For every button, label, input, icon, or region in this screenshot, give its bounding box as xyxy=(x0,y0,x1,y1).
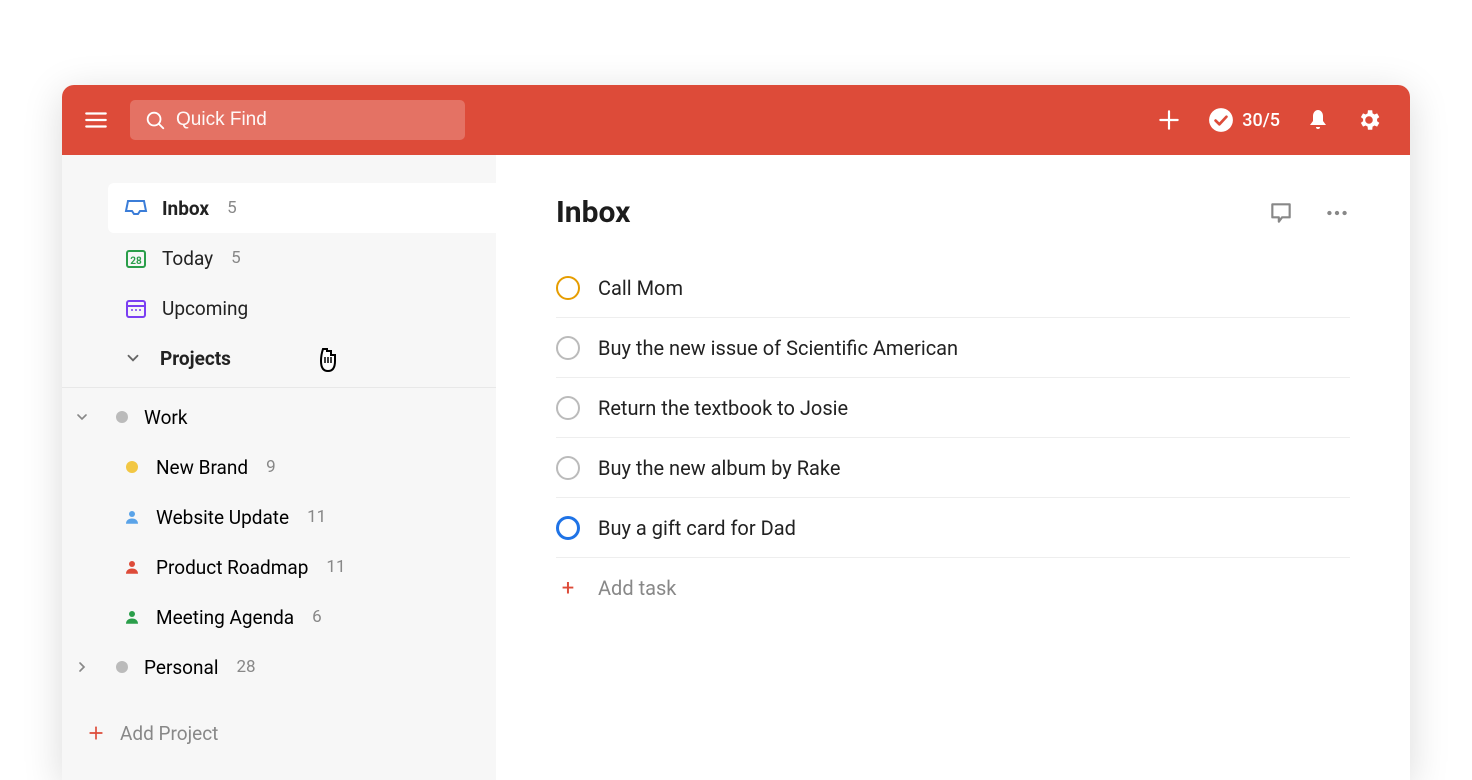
chevron-right-icon xyxy=(62,659,102,675)
top-bar: 30/5 xyxy=(62,85,1410,155)
person-icon xyxy=(122,558,142,576)
add-project-label: Add Project xyxy=(120,722,218,745)
comments-icon[interactable] xyxy=(1268,200,1294,226)
subproject-item[interactable]: Meeting Agenda 6 xyxy=(62,592,496,642)
project-item-personal[interactable]: Personal 28 xyxy=(62,642,496,692)
projects-label: Projects xyxy=(160,347,231,370)
task-item[interactable]: Call Mom xyxy=(556,258,1350,318)
chevron-down-icon xyxy=(124,349,142,367)
task-checkbox[interactable] xyxy=(556,456,580,480)
sidebar-label: Today xyxy=(162,247,213,270)
project-count: 11 xyxy=(307,507,326,527)
task-item[interactable]: Return the textbook to Josie xyxy=(556,378,1350,438)
task-item[interactable]: Buy the new issue of Scientific American xyxy=(556,318,1350,378)
project-dot-icon xyxy=(122,461,142,473)
karma-count: 30/5 xyxy=(1242,110,1280,131)
project-count: 9 xyxy=(266,457,276,477)
chevron-down-icon xyxy=(62,409,102,425)
project-count: 28 xyxy=(236,657,255,677)
calendar-today-icon: 28 xyxy=(124,246,148,270)
project-label: Product Roadmap xyxy=(156,556,308,579)
task-checkbox[interactable] xyxy=(556,276,580,300)
search-icon xyxy=(144,109,166,131)
sidebar-count: 5 xyxy=(227,198,237,218)
plus-icon xyxy=(86,723,106,743)
calendar-upcoming-icon xyxy=(124,296,148,320)
topbar-actions: 30/5 xyxy=(1156,107,1382,133)
main-content: Inbox Call Mom Buy the new issue of Scie… xyxy=(496,155,1410,780)
project-dot-icon xyxy=(116,661,128,673)
task-item[interactable]: Buy a gift card for Dad xyxy=(556,498,1350,558)
add-project-button[interactable]: Add Project xyxy=(62,708,496,758)
search-box[interactable] xyxy=(130,100,465,140)
sidebar-count: 5 xyxy=(231,248,241,268)
sidebar-item-upcoming[interactable]: Upcoming xyxy=(102,283,496,333)
project-label: Website Update xyxy=(156,506,289,529)
more-icon[interactable] xyxy=(1324,200,1350,226)
add-icon[interactable] xyxy=(1156,107,1182,133)
add-task-button[interactable]: + Add task xyxy=(556,558,1350,618)
project-count: 6 xyxy=(312,607,322,627)
plus-icon: + xyxy=(556,576,580,601)
person-icon xyxy=(122,608,142,626)
sidebar-item-today[interactable]: 28 Today 5 xyxy=(102,233,496,283)
subproject-item[interactable]: New Brand 9 xyxy=(62,442,496,492)
sidebar: Inbox 5 28 Today 5 U xyxy=(62,155,496,780)
app-window: 30/5 Inbox 5 xyxy=(62,85,1410,780)
add-task-label: Add task xyxy=(598,576,676,600)
task-title: Buy the new issue of Scientific American xyxy=(598,336,958,360)
project-item-work[interactable]: Work xyxy=(62,392,496,442)
karma-indicator[interactable]: 30/5 xyxy=(1208,107,1280,133)
project-dot-icon xyxy=(116,411,128,423)
project-label: New Brand xyxy=(156,456,248,479)
person-icon xyxy=(122,508,142,526)
notifications-icon[interactable] xyxy=(1306,108,1330,132)
subproject-item[interactable]: Website Update 11 xyxy=(62,492,496,542)
task-title: Buy the new album by Rake xyxy=(598,456,840,480)
task-title: Call Mom xyxy=(598,276,683,300)
settings-icon[interactable] xyxy=(1356,107,1382,133)
projects-header[interactable]: Projects xyxy=(102,333,496,383)
svg-text:28: 28 xyxy=(130,256,142,267)
task-checkbox[interactable] xyxy=(556,396,580,420)
project-count: 11 xyxy=(326,557,345,577)
task-item[interactable]: Buy the new album by Rake xyxy=(556,438,1350,498)
main-header: Inbox xyxy=(556,195,1350,230)
search-input[interactable] xyxy=(176,109,451,131)
sidebar-label: Upcoming xyxy=(162,297,248,320)
task-checkbox[interactable] xyxy=(556,336,580,360)
subproject-item[interactable]: Product Roadmap 11 xyxy=(62,542,496,592)
sidebar-item-inbox[interactable]: Inbox 5 xyxy=(108,183,502,233)
project-label: Work xyxy=(144,406,187,429)
karma-check-icon xyxy=(1208,107,1234,133)
menu-icon[interactable] xyxy=(82,106,110,134)
sidebar-label: Inbox xyxy=(162,197,209,220)
project-label: Meeting Agenda xyxy=(156,606,294,629)
task-title: Buy a gift card for Dad xyxy=(598,516,796,540)
project-label: Personal xyxy=(144,656,218,679)
page-title: Inbox xyxy=(556,195,630,230)
task-title: Return the textbook to Josie xyxy=(598,396,848,420)
task-checkbox[interactable] xyxy=(556,516,580,540)
divider xyxy=(62,387,496,388)
inbox-icon xyxy=(124,196,148,220)
